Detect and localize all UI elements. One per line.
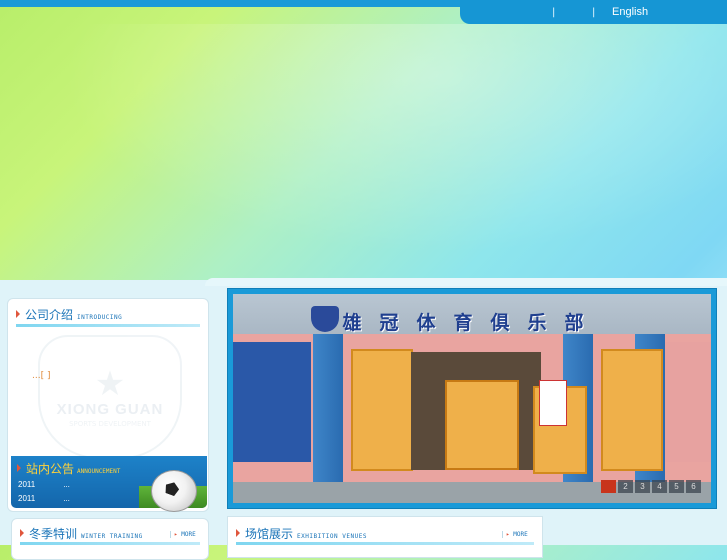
logo-text: XIONG GUAN xyxy=(56,400,164,418)
list-item[interactable]: 2011... xyxy=(18,480,70,489)
nav-separator: | xyxy=(592,7,596,18)
panel-tab-edge xyxy=(205,278,727,286)
slider-pagination: 1 2 3 4 5 6 xyxy=(601,480,701,493)
star-icon: ★ xyxy=(94,363,126,404)
list-item[interactable]: 2011... xyxy=(18,494,70,503)
winter-title-en: WINTER TRAINING xyxy=(81,533,143,540)
arrow-icon xyxy=(17,464,21,472)
hero-banner xyxy=(0,24,727,284)
slider-photo[interactable]: 雄冠体育俱乐部 1 2 3 4 5 6 xyxy=(233,294,711,503)
intro-title-en: INTRODUCING xyxy=(77,314,123,321)
announcement-box: 站内公告 ANNOUNCEMENT 2011... 2011... xyxy=(11,456,207,512)
sign-wrap: 雄冠体育俱乐部 xyxy=(233,308,711,335)
winter-heading: 冬季特训 WINTER TRAINING xyxy=(20,525,143,541)
side-wall xyxy=(665,342,711,462)
venues-box: 场馆展示EXHIBITION VENUES MORE xyxy=(227,516,543,558)
announcement-date: 2011 xyxy=(18,480,36,489)
venues-more-link[interactable]: MORE xyxy=(502,531,528,538)
intro-title: 公司介绍 xyxy=(25,308,74,322)
venues-title: 场馆展示 xyxy=(245,527,294,541)
arrow-icon xyxy=(20,529,24,537)
slider-page-button[interactable]: 4 xyxy=(652,480,667,493)
english-link[interactable]: English xyxy=(612,6,648,18)
nav-separator: | xyxy=(552,7,556,18)
intro-heading: 公司介绍 INTRODUCING xyxy=(16,306,122,322)
announcement-text[interactable]: ... xyxy=(63,480,70,489)
slider-page-button[interactable]: 3 xyxy=(635,480,650,493)
top-navigation: | | English xyxy=(460,0,727,24)
slider-page-button[interactable]: 6 xyxy=(686,480,701,493)
announcement-date: 2011 xyxy=(18,494,36,503)
pillar xyxy=(313,334,343,484)
notice-board xyxy=(233,342,311,462)
photo-slider: 雄冠体育俱乐部 1 2 3 4 5 6 xyxy=(227,288,717,509)
announcement-title-en: ANNOUNCEMENT xyxy=(77,468,121,475)
title-rule xyxy=(16,324,200,327)
winter-title: 冬季特训 xyxy=(29,527,78,541)
announcement-text[interactable]: ... xyxy=(63,494,70,503)
door xyxy=(445,380,519,470)
intro-more-link[interactable]: ...[ ] xyxy=(32,371,50,381)
announcement-heading: 站内公告 ANNOUNCEMENT xyxy=(17,460,120,477)
building-sign: 雄冠体育俱乐部 xyxy=(342,312,602,334)
club-logo-watermark: ★ XIONG GUAN SPORTS DEVELOPMENT xyxy=(38,335,182,459)
winter-more-link[interactable]: MORE xyxy=(170,531,196,538)
venues-title-en: EXHIBITION VENUES xyxy=(297,533,367,540)
winter-training-box: 冬季特训WINTER TRAINING MORE xyxy=(11,518,209,560)
door xyxy=(351,349,413,471)
door xyxy=(601,349,663,471)
slider-page-button[interactable]: 5 xyxy=(669,480,684,493)
announcement-title: 站内公告 xyxy=(26,462,75,476)
door-notice xyxy=(539,380,567,426)
soccer-ball-image xyxy=(151,470,197,512)
slider-page-button[interactable]: 2 xyxy=(618,480,633,493)
slider-page-button[interactable]: 1 xyxy=(601,480,616,493)
arrow-icon xyxy=(16,310,20,318)
venues-heading: 场馆展示 EXHIBITION VENUES xyxy=(236,525,367,541)
arrow-icon xyxy=(236,529,240,537)
logo-subtext: SPORTS DEVELOPMENT xyxy=(69,419,151,428)
